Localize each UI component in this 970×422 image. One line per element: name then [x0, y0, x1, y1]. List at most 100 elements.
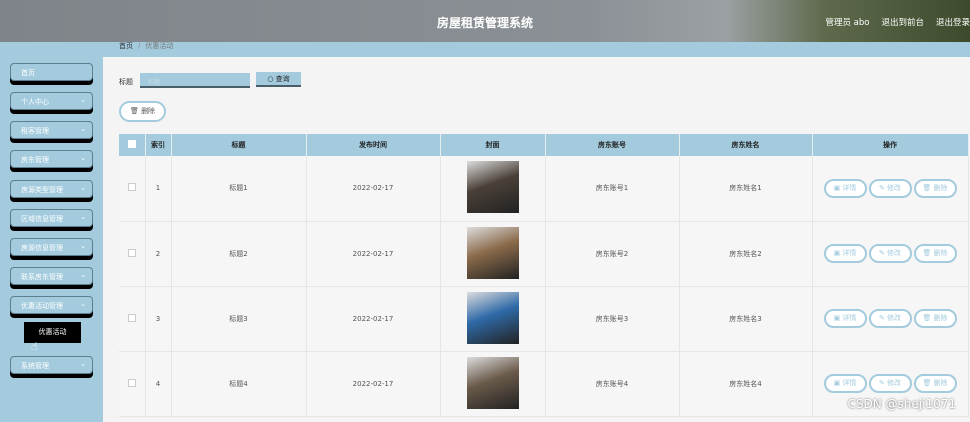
sidebar-item-label: 首页	[21, 69, 35, 77]
cover-image	[466, 356, 519, 409]
sidebar-item[interactable]: 联系房东管理 ⌄	[10, 267, 93, 285]
cell-date: 2022-02-17	[306, 221, 441, 287]
search-button-label: 查询	[275, 75, 290, 83]
row-delete-button[interactable]: 🗑︎ 删除	[913, 374, 957, 393]
sidebar-item[interactable]: 优惠活动管理 ⌄	[10, 296, 93, 314]
cover-image	[466, 161, 519, 214]
col-name: 房东姓名	[679, 134, 813, 156]
sidebar-item[interactable]: 房东管理 ⌄	[10, 150, 93, 168]
chevron-down-icon: ⌄	[80, 213, 86, 221]
row-delete-button[interactable]: 🗑︎ 删除	[913, 178, 957, 198]
chevron-down-icon: ⌄	[80, 96, 86, 104]
cell-index: 1	[145, 156, 172, 222]
detail-label: 详情	[842, 183, 857, 192]
col-index: 索引	[145, 134, 172, 156]
delete-label: 删除	[933, 314, 948, 322]
cell-name: 房东姓名2	[679, 221, 813, 287]
detail-button[interactable]: ▣ 详情	[823, 244, 867, 263]
row-delete-button[interactable]: 🗑︎ 删除	[913, 309, 957, 328]
cell-account: 房东账号1	[545, 156, 680, 222]
search-input[interactable]: 标题	[140, 73, 250, 88]
delete-button[interactable]: 🗑︎ 删除	[119, 101, 166, 122]
trash-icon: 🗑︎	[129, 107, 142, 115]
cell-cover	[440, 221, 546, 287]
search-button[interactable]: ○ 查询	[256, 72, 301, 87]
chevron-down-icon: ⌄	[80, 300, 86, 308]
edit-label: 修改	[887, 379, 902, 387]
hand-cursor-icon: ☝	[31, 340, 38, 353]
sidebar-item[interactable]: 房源类型管理 ⌄	[10, 180, 93, 198]
sidebar-item[interactable]: 个人中心 ⌄	[10, 92, 93, 110]
checkbox[interactable]	[127, 378, 136, 387]
table-row: 3 标题3 2022-02-17 房东账号3 房东姓名3 ▣ 详情 ✎ 修改 🗑︎ …	[119, 286, 969, 352]
cell-name: 房东姓名4	[679, 351, 813, 417]
detail-button[interactable]: ▣ 详情	[823, 374, 867, 393]
cell-actions: ▣ 详情 ✎ 修改 🗑︎ 删除	[812, 156, 969, 222]
detail-button[interactable]: ▣ 详情	[823, 178, 867, 198]
select-all[interactable]	[119, 134, 146, 156]
col-cover: 封面	[440, 134, 546, 156]
detail-label: 详情	[842, 314, 857, 322]
checkbox[interactable]	[127, 140, 136, 148]
sidebar-item-label: 个人中心	[21, 98, 49, 106]
cell-name: 房东姓名1	[679, 156, 813, 222]
cell-cover	[440, 286, 546, 352]
cell-date: 2022-02-17	[306, 286, 441, 352]
row-delete-button[interactable]: 🗑︎ 删除	[913, 244, 957, 263]
sidebar-item-label: 区域信息管理	[21, 215, 63, 223]
detail-button[interactable]: ▣ 详情	[823, 309, 867, 328]
chevron-down-icon: ⌄	[80, 360, 86, 368]
cell-account: 房东账号3	[545, 286, 680, 352]
row-select[interactable]	[119, 221, 146, 287]
watermark: CSDN @sheji1071	[847, 397, 956, 411]
breadcrumb-home[interactable]: 首页	[119, 42, 133, 50]
chevron-down-icon: ⌄	[80, 125, 86, 133]
table-row: 4 标题4 2022-02-17 房东账号4 房东姓名4 ▣ 详情 ✎ 修改 🗑︎ …	[119, 351, 969, 417]
chevron-down-icon: ⌄	[80, 271, 86, 279]
sidebar-item[interactable]: 租客管理 ⌄	[10, 121, 93, 139]
cell-index: 2	[145, 221, 172, 287]
header: 房屋租赁管理系统 管理员 abo 退出到前台 退出登录	[0, 0, 970, 42]
checkbox[interactable]	[127, 248, 136, 257]
sidebar-item[interactable]: 首页	[10, 63, 93, 81]
edit-button[interactable]: ✎ 修改	[868, 178, 912, 198]
data-table: 索引 标题 发布时间 封面 房东账号 房东姓名 操作 1 标题1 2022-02…	[119, 134, 969, 417]
cell-date: 2022-02-17	[306, 156, 441, 222]
edit-button[interactable]: ✎ 修改	[868, 374, 912, 393]
edit-button[interactable]: ✎ 修改	[868, 244, 912, 263]
sidebar-item-label: 优惠活动管理	[21, 302, 63, 310]
sidebar-item-label: 房东管理	[21, 156, 49, 164]
edit-button[interactable]: ✎ 修改	[868, 309, 912, 328]
cell-index: 4	[145, 351, 172, 417]
row-select[interactable]	[119, 156, 146, 222]
cell-actions: ▣ 详情 ✎ 修改 🗑︎ 删除	[812, 286, 969, 352]
sidebar-item[interactable]: 区域信息管理 ⌄	[10, 209, 93, 227]
sidebar-item-label: 房源类型管理	[21, 186, 63, 194]
search-label: 标题	[119, 78, 133, 86]
checkbox[interactable]	[127, 313, 136, 322]
table-row: 1 标题1 2022-02-17 房东账号1 房东姓名1 ▣ 详情 ✎ 修改 🗑︎ …	[119, 156, 969, 222]
delete-label: 删除	[933, 183, 948, 192]
sidebar-item[interactable]: 房源信息管理 ⌄	[10, 238, 93, 256]
cell-actions: ▣ 详情 ✎ 修改 🗑︎ 删除	[812, 221, 969, 287]
cell-cover	[440, 156, 546, 222]
col-title: 标题	[171, 134, 307, 156]
cell-date: 2022-02-17	[306, 351, 441, 417]
checkbox[interactable]	[127, 183, 136, 192]
to-front-link[interactable]: 退出到前台	[881, 16, 924, 28]
sidebar-item[interactable]: 系统管理 ⌄	[10, 356, 93, 374]
logout-link[interactable]: 退出登录	[936, 16, 970, 28]
row-select[interactable]	[119, 286, 146, 352]
breadcrumb: 首页 / 优惠活动	[103, 42, 970, 57]
row-select[interactable]	[119, 351, 146, 417]
cover-image	[466, 291, 519, 344]
breadcrumb-sep: /	[138, 42, 141, 50]
cell-account: 房东账号2	[545, 221, 680, 287]
delete-label: 删除	[933, 379, 948, 387]
delete-label: 删除	[933, 249, 948, 257]
edit-label: 修改	[887, 249, 902, 257]
table-row: 2 标题2 2022-02-17 房东账号2 房东姓名2 ▣ 详情 ✎ 修改 🗑︎ …	[119, 221, 969, 287]
chevron-down-icon: ⌄	[80, 242, 86, 250]
sidebar-item-label: 房源信息管理	[21, 244, 63, 252]
cell-title: 标题1	[171, 156, 307, 222]
